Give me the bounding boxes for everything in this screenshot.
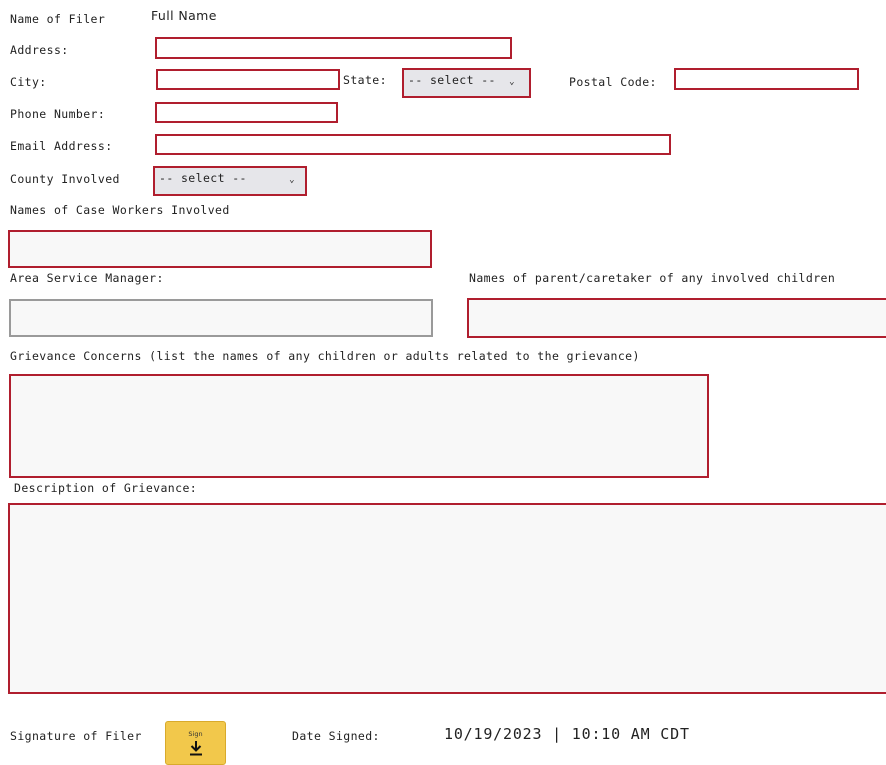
- state-select-value: -- select --: [408, 73, 496, 87]
- case-workers-label: Names of Case Workers Involved: [10, 203, 230, 217]
- signature-label: Signature of Filer: [10, 729, 142, 743]
- description-label: Description of Grievance:: [14, 481, 198, 495]
- sign-button[interactable]: Sign: [165, 721, 226, 765]
- county-select[interactable]: -- select -- ⌄: [153, 166, 307, 196]
- state-label: State:: [343, 73, 387, 87]
- date-signed-value: 10/19/2023 | 10:10 AM CDT: [444, 725, 690, 743]
- sign-button-label: Sign: [188, 730, 203, 738]
- grievance-concerns-textarea[interactable]: [9, 374, 709, 478]
- area-service-manager-label: Area Service Manager:: [10, 271, 164, 285]
- postal-code-label: Postal Code:: [569, 75, 657, 89]
- state-select[interactable]: -- select -- ⌄: [402, 68, 531, 98]
- postal-code-input[interactable]: [674, 68, 859, 90]
- county-involved-label: County Involved: [10, 172, 120, 186]
- city-label: City:: [10, 75, 47, 89]
- email-address-input[interactable]: [155, 134, 671, 155]
- phone-number-label: Phone Number:: [10, 107, 106, 121]
- chevron-down-icon: ⌄: [289, 175, 295, 185]
- description-textarea[interactable]: [8, 503, 886, 694]
- name-of-filer-label: Name of Filer: [10, 12, 106, 26]
- chevron-down-icon: ⌄: [509, 77, 515, 87]
- address-input[interactable]: [155, 37, 512, 59]
- download-arrow-icon: [190, 741, 202, 756]
- date-signed-label: Date Signed:: [292, 729, 380, 743]
- parents-caretakers-label: Names of parent/caretaker of any involve…: [469, 271, 836, 285]
- phone-number-input[interactable]: [155, 102, 338, 123]
- grievance-concerns-label: Grievance Concerns (list the names of an…: [10, 349, 640, 363]
- parents-caretakers-input[interactable]: [467, 298, 886, 338]
- full-name-value: Full Name: [151, 8, 217, 23]
- area-service-manager-input[interactable]: [9, 299, 433, 337]
- email-address-label: Email Address:: [10, 139, 113, 153]
- city-input[interactable]: [156, 69, 340, 90]
- address-label: Address:: [10, 43, 69, 57]
- county-select-value: -- select --: [159, 171, 247, 185]
- case-workers-input[interactable]: [8, 230, 432, 268]
